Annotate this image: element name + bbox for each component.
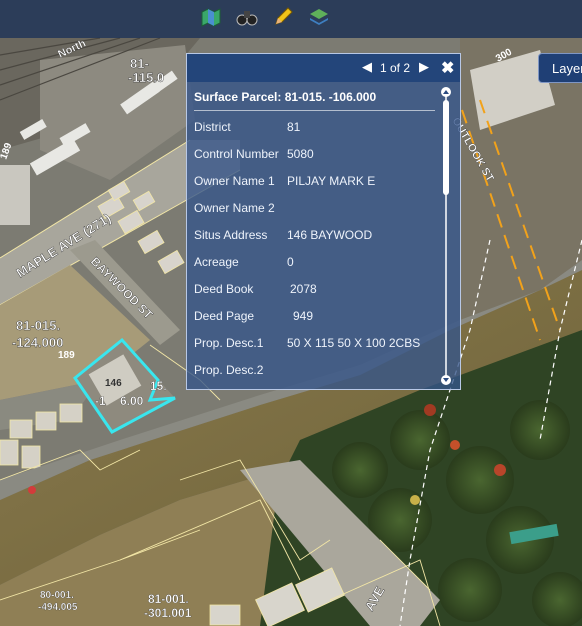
close-icon[interactable]: ✖ <box>441 58 454 78</box>
field-label: Prop. Desc.2 <box>194 363 264 377</box>
popup-header: ◀ 1 of 2 ▶ ✖ <box>187 54 460 82</box>
layers-stack-icon[interactable] <box>308 6 330 28</box>
field-value: 146 BAYWOOD <box>287 228 373 242</box>
house-number-146: 146 <box>105 378 122 389</box>
field-label: Owner Name 1 <box>194 174 275 188</box>
pencil-icon[interactable] <box>272 6 294 28</box>
field-label: Owner Name 2 <box>194 201 275 215</box>
parcel-label-124b: -124.000 <box>12 335 63 350</box>
page-indicator: 1 of 2 <box>380 61 411 75</box>
parcel-label-106c: 6.00 <box>120 394 144 408</box>
map-icon[interactable] <box>200 6 222 28</box>
next-arrow-icon[interactable]: ▶ <box>419 59 429 75</box>
field-label: Prop. Desc.1 <box>194 336 264 350</box>
field-value: 5080 <box>287 147 314 161</box>
popup-scrollbar[interactable] <box>440 86 452 386</box>
field-label: District <box>194 120 231 134</box>
field-label: Deed Page <box>194 309 255 323</box>
parcel-label-80b: -494.005 <box>38 602 78 613</box>
popup-title: Surface Parcel: 81-015. -106.000 <box>194 90 377 104</box>
field-label: Acreage <box>194 255 239 269</box>
prev-arrow-icon[interactable]: ◀ <box>362 59 372 75</box>
binoculars-icon[interactable] <box>236 6 258 28</box>
lot-number-189b: 189 <box>58 350 75 361</box>
field-value: 0 <box>287 255 294 269</box>
parcel-label-115b: -115.0 <box>128 70 164 85</box>
parcel-label-106a: 15. <box>150 379 167 393</box>
field-label: Deed Book <box>194 282 254 296</box>
parcel-label-124a: 81-015. <box>16 318 60 333</box>
map-toolbar <box>0 0 582 38</box>
layers-button[interactable]: Layer <box>538 53 582 83</box>
title-divider <box>194 110 435 111</box>
field-value: 81 <box>287 120 301 134</box>
field-value: 949 <box>293 309 314 323</box>
identify-popup: ◀ 1 of 2 ▶ ✖ Surface Parcel: 81-015. -10… <box>186 53 461 390</box>
parcel-label-80a: 80-001. <box>40 590 74 601</box>
field-value: 2078 <box>290 282 317 296</box>
parcel-label-115a: 81- <box>130 56 149 71</box>
parcel-label-301b: -301.001 <box>144 606 192 620</box>
scroll-thumb[interactable] <box>443 100 449 195</box>
parcel-label-301a: 81-001. <box>148 592 189 606</box>
building-left <box>0 165 30 225</box>
field-label: Situs Address <box>194 228 268 242</box>
field-value: PILJAY MARK E <box>287 174 376 188</box>
parcel-label-106b: -1 <box>95 394 106 408</box>
field-value: 50 X 115 50 X 100 2CBS <box>287 336 421 350</box>
field-label: Control Number <box>194 147 279 161</box>
red-car <box>28 486 36 494</box>
